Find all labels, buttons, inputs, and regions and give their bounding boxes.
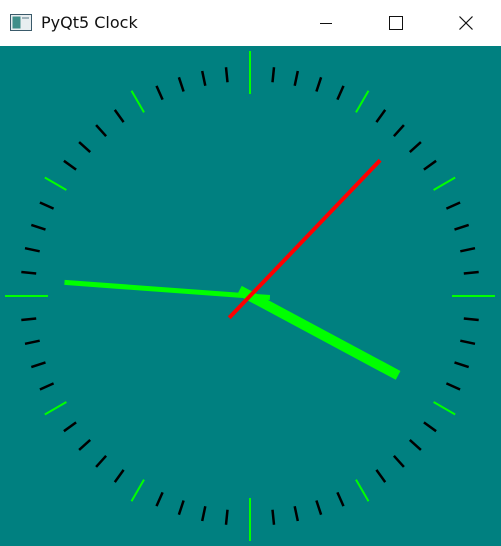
minute-marker bbox=[177, 76, 185, 92]
minute-marker bbox=[200, 70, 207, 86]
minimize-button[interactable] bbox=[291, 0, 361, 46]
minute-marker bbox=[39, 382, 55, 391]
clock-face bbox=[0, 46, 501, 546]
minute-marker bbox=[24, 339, 40, 346]
minimize-icon bbox=[320, 23, 332, 24]
minute-marker bbox=[454, 361, 470, 369]
minute-marker bbox=[375, 469, 387, 483]
minute-marker bbox=[445, 201, 461, 210]
minute-marker bbox=[423, 421, 437, 433]
minute-marker bbox=[30, 223, 46, 231]
minute-marker bbox=[24, 246, 40, 253]
minute-marker bbox=[445, 382, 461, 391]
minute-marker bbox=[113, 469, 125, 483]
minute-marker bbox=[177, 500, 185, 516]
hour-marker bbox=[130, 90, 145, 113]
minute-marker bbox=[224, 509, 229, 525]
minute-marker bbox=[463, 317, 479, 322]
maximize-button[interactable] bbox=[361, 0, 431, 46]
minute-hand bbox=[64, 279, 271, 300]
minute-marker bbox=[315, 500, 323, 516]
app-window-icon bbox=[10, 14, 32, 31]
close-icon bbox=[459, 16, 473, 30]
second-hand bbox=[227, 158, 382, 320]
minute-marker bbox=[200, 506, 207, 522]
minute-marker bbox=[78, 438, 92, 451]
minute-marker bbox=[408, 141, 422, 154]
minute-marker bbox=[39, 201, 55, 210]
minute-marker bbox=[155, 491, 164, 507]
minute-marker bbox=[408, 438, 422, 451]
minute-marker bbox=[336, 85, 345, 101]
minute-marker bbox=[392, 124, 405, 138]
close-button[interactable] bbox=[431, 0, 501, 46]
hour-marker bbox=[355, 90, 370, 113]
clock-canvas bbox=[0, 46, 501, 546]
minute-marker bbox=[155, 85, 164, 101]
minute-marker bbox=[454, 223, 470, 231]
maximize-icon bbox=[389, 16, 403, 30]
minute-marker bbox=[271, 67, 276, 83]
minute-marker bbox=[423, 159, 437, 171]
hour-marker bbox=[44, 176, 67, 191]
hour-marker bbox=[433, 401, 456, 416]
minute-marker bbox=[271, 509, 276, 525]
hour-marker bbox=[130, 479, 145, 502]
app-window: PyQt5 Clock bbox=[0, 0, 501, 546]
window-title: PyQt5 Clock bbox=[41, 13, 138, 32]
minute-marker bbox=[463, 270, 479, 275]
minute-marker bbox=[21, 270, 37, 275]
minute-marker bbox=[21, 317, 37, 322]
minute-marker bbox=[460, 339, 476, 346]
minute-marker bbox=[224, 67, 229, 83]
minute-marker bbox=[293, 70, 300, 86]
hour-marker bbox=[355, 479, 370, 502]
minute-marker bbox=[392, 454, 405, 468]
minute-marker bbox=[30, 361, 46, 369]
minute-marker bbox=[95, 454, 108, 468]
minute-marker bbox=[293, 506, 300, 522]
minute-marker bbox=[375, 109, 387, 123]
minute-marker bbox=[63, 159, 77, 171]
minute-marker bbox=[460, 246, 476, 253]
minute-marker bbox=[63, 421, 77, 433]
minute-marker bbox=[95, 124, 108, 138]
minute-marker bbox=[113, 109, 125, 123]
minute-marker bbox=[336, 491, 345, 507]
title-bar[interactable]: PyQt5 Clock bbox=[0, 0, 501, 46]
hour-marker bbox=[44, 401, 67, 416]
minute-marker bbox=[315, 76, 323, 92]
minute-marker bbox=[78, 141, 92, 154]
hour-marker bbox=[433, 176, 456, 191]
hour-hand bbox=[237, 285, 401, 380]
